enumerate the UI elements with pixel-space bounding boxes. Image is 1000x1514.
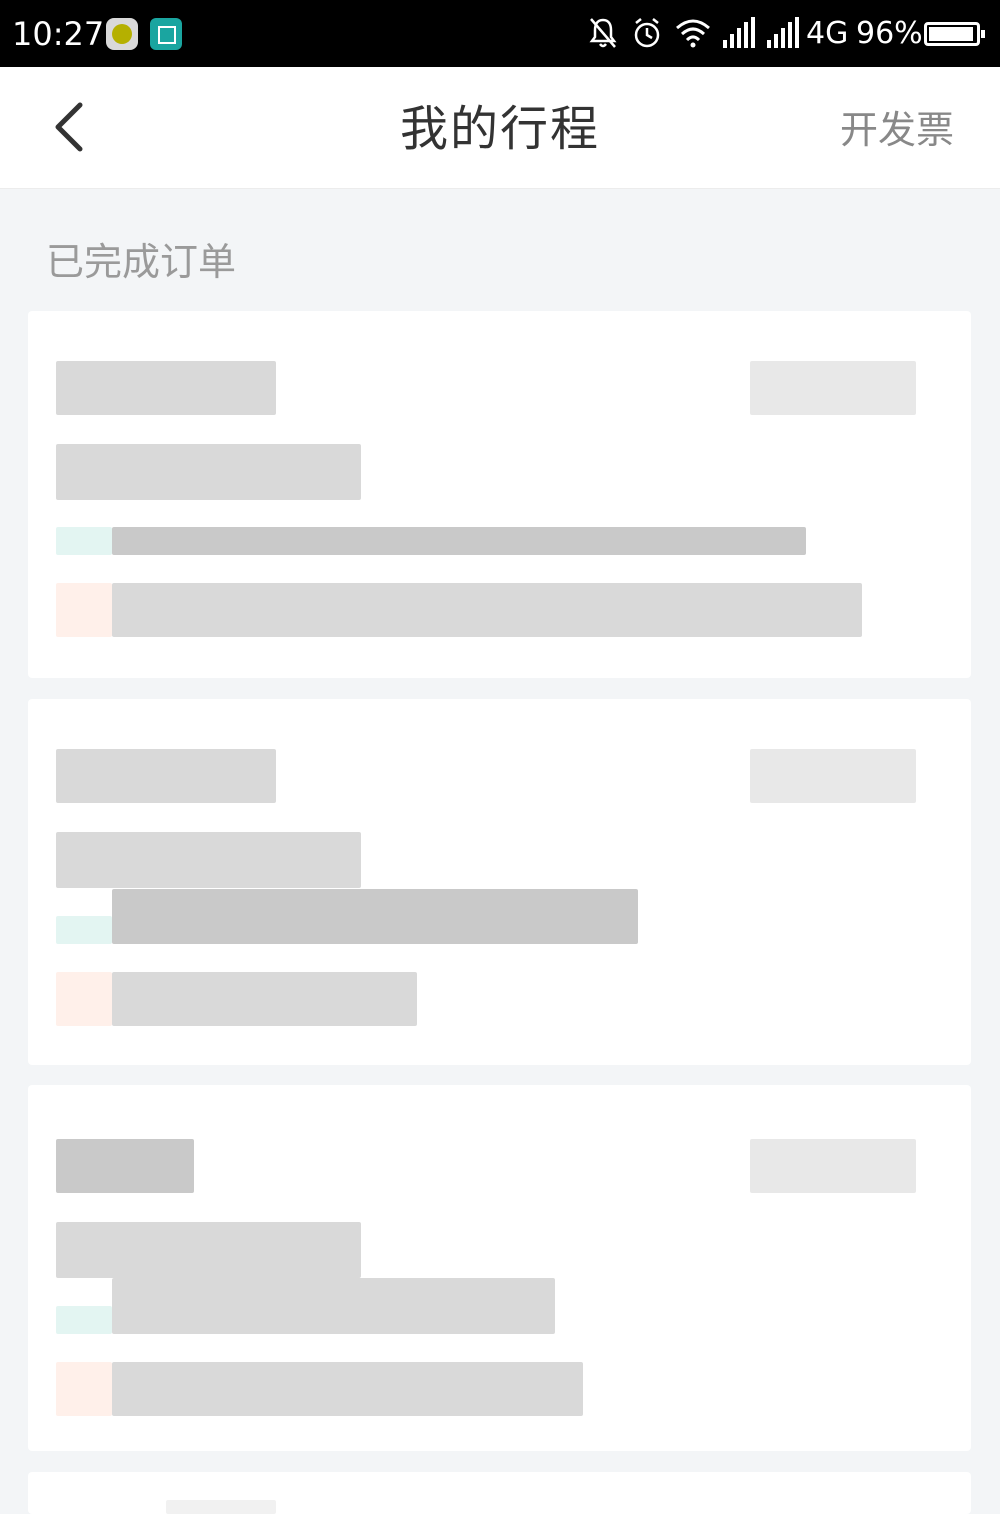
order-card-2[interactable]	[28, 699, 971, 1065]
start-address-redacted	[112, 527, 806, 555]
order-date-redacted	[56, 361, 276, 415]
nav-bar: 我的行程 开发票	[0, 67, 1000, 189]
order-date-redacted	[56, 749, 276, 803]
end-dot	[56, 583, 112, 637]
order-type-redacted	[56, 832, 361, 888]
app-notification-icon	[106, 18, 138, 50]
start-dot	[56, 527, 112, 555]
wifi-icon	[676, 19, 710, 48]
start-dot	[56, 916, 112, 944]
order-type-redacted	[56, 444, 361, 500]
alarm-icon	[634, 18, 660, 48]
start-address-redacted	[112, 1278, 555, 1334]
order-status-redacted	[750, 361, 916, 415]
order-type-redacted	[56, 1222, 361, 1278]
battery-percent: 96%	[856, 16, 923, 51]
order-date-redacted	[56, 1139, 194, 1193]
status-time: 10:27	[12, 15, 105, 53]
order-card-3[interactable]	[28, 1085, 971, 1451]
network-type: 4G	[806, 16, 849, 51]
order-status-redacted	[750, 749, 916, 803]
status-bar: 10:27 4G 96%	[0, 0, 1000, 67]
end-dot	[56, 1362, 112, 1416]
end-dot	[56, 972, 112, 1026]
order-card-4[interactable]	[28, 1472, 971, 1514]
end-address-redacted	[112, 583, 862, 637]
notifications-off-icon	[589, 18, 617, 48]
start-dot	[56, 1306, 112, 1334]
start-address-redacted	[112, 889, 638, 944]
invoice-button[interactable]: 开发票	[840, 105, 954, 155]
battery-icon	[924, 22, 985, 46]
screenshot-app-icon	[150, 18, 182, 50]
end-address-redacted	[112, 972, 417, 1026]
order-status-redacted	[750, 1139, 916, 1193]
order-date-redacted	[166, 1500, 276, 1514]
battery-level	[929, 27, 973, 41]
order-card-1[interactable]	[28, 311, 971, 678]
end-address-redacted	[112, 1362, 583, 1416]
section-title-completed-orders: 已完成订单	[46, 240, 237, 284]
signal-strength-icon	[723, 17, 755, 48]
signal-strength-icon-2	[767, 17, 799, 48]
